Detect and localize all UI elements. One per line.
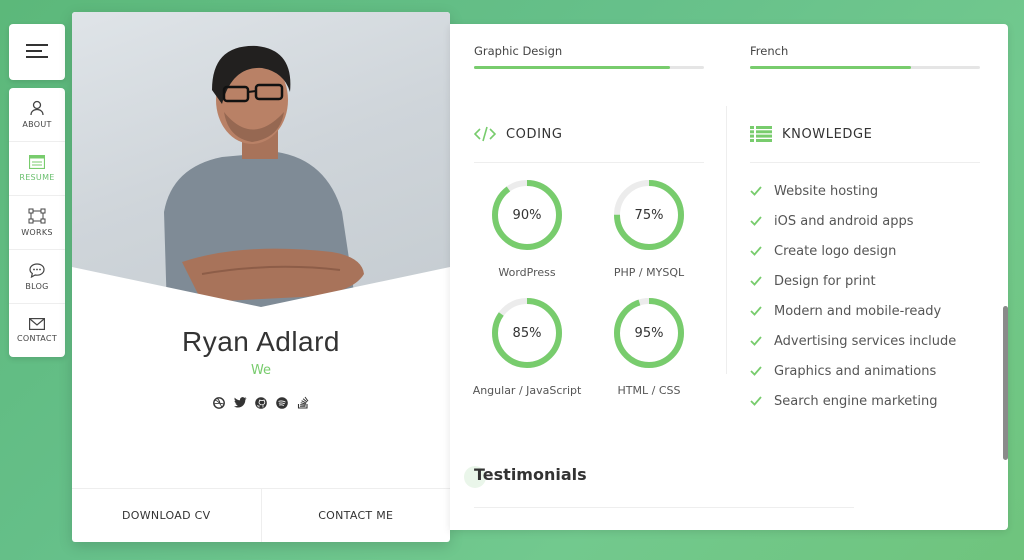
ring-php-mysql: 75% <box>613 179 685 251</box>
testimonials-divider <box>474 507 854 508</box>
hamburger-icon <box>26 43 48 62</box>
profile-subtitle: We <box>250 363 272 378</box>
profile-name: Ryan Adlard <box>181 326 341 357</box>
code-icon <box>474 126 496 142</box>
skill-fill <box>474 66 670 69</box>
ring-percent: 90% <box>512 207 542 223</box>
check-icon <box>750 306 774 316</box>
knowledge-item-label: Search engine marketing <box>774 393 938 409</box>
ring-percent: 95% <box>634 325 664 341</box>
check-icon <box>750 336 774 346</box>
skill-bar-french: French <box>750 44 980 69</box>
resume-icon <box>29 155 45 169</box>
dribbble-icon[interactable] <box>213 396 226 409</box>
check-icon <box>750 396 774 406</box>
skill-label: French <box>750 44 789 58</box>
skill-fill <box>750 66 911 69</box>
profile-card: Ryan Adlard We DOWNLOAD CV CONTACT ME <box>72 12 450 542</box>
nav-label-about: ABOUT <box>22 120 52 129</box>
check-icon <box>750 246 774 256</box>
knowledge-item-label: Graphics and animations <box>774 363 937 379</box>
ring-percent: 75% <box>634 207 664 223</box>
knowledge-item-label: iOS and android apps <box>774 213 914 229</box>
list-icon <box>750 126 772 142</box>
stackoverflow-icon[interactable] <box>297 396 310 409</box>
ring-html-css: 95% <box>613 297 685 369</box>
coding-heading: CODING <box>474 126 563 142</box>
nav-item-about[interactable]: ABOUT <box>9 88 65 142</box>
coding-divider <box>474 162 704 163</box>
nav-item-contact[interactable]: CONTACT <box>9 304 65 357</box>
nav-label-contact: CONTACT <box>16 334 58 343</box>
list-item: Graphics and animations <box>750 356 990 386</box>
skill-track <box>474 66 704 69</box>
resume-panel: Graphic Design French CODING 90% WordPre… <box>450 24 1008 530</box>
nav-item-resume[interactable]: RESUME <box>9 142 65 196</box>
knowledge-item-label: Create logo design <box>774 243 897 259</box>
ring-label: PHP / MYSQL <box>613 266 685 279</box>
knowledge-list: Website hosting iOS and android apps Cre… <box>750 176 990 416</box>
list-item: Design for print <box>750 266 990 296</box>
nav-item-blog[interactable]: BLOG <box>9 250 65 304</box>
ring-label: HTML / CSS <box>617 384 681 397</box>
ring-percent: 85% <box>512 325 542 341</box>
spotify-icon[interactable] <box>276 396 289 409</box>
knowledge-title: KNOWLEDGE <box>782 126 873 142</box>
list-item: Modern and mobile-ready <box>750 296 990 326</box>
nav-label-works: WORKS <box>21 228 53 237</box>
list-item: Website hosting <box>750 176 990 206</box>
menu-toggle-button[interactable] <box>9 24 65 80</box>
download-cv-button[interactable]: DOWNLOAD CV <box>72 489 262 542</box>
nav-label-blog: BLOG <box>25 281 49 291</box>
chat-icon <box>29 262 45 278</box>
twitter-icon[interactable] <box>233 396 247 409</box>
page-scrollbar[interactable] <box>1003 306 1008 460</box>
knowledge-item-label: Website hosting <box>774 183 879 199</box>
knowledge-item-label: Modern and mobile-ready <box>774 303 942 319</box>
github-icon[interactable] <box>255 396 268 409</box>
check-icon <box>750 366 774 376</box>
testimonials-title: Testimonials <box>474 465 587 484</box>
knowledge-item-label: Design for print <box>774 273 876 289</box>
column-divider <box>726 106 727 374</box>
ring-angular-js: 85% <box>491 297 563 369</box>
side-navigation: ABOUT RESUME WORKS BLOG CONTACT <box>9 88 65 357</box>
social-links <box>72 396 450 409</box>
skill-label: Graphic Design <box>474 44 563 58</box>
ring-label: WordPress <box>498 266 556 279</box>
list-item: iOS and android apps <box>750 206 990 236</box>
skill-bar-graphic-design: Graphic Design <box>474 44 704 69</box>
list-item: Search engine marketing <box>750 386 990 416</box>
mail-icon <box>29 318 45 330</box>
check-icon <box>750 276 774 286</box>
list-item: Advertising services include <box>750 326 990 356</box>
nav-item-works[interactable]: WORKS <box>9 196 65 250</box>
check-icon <box>750 216 774 226</box>
profile-actions: DOWNLOAD CV CONTACT ME <box>72 488 450 542</box>
check-icon <box>750 186 774 196</box>
ring-wordpress: 90% <box>491 179 563 251</box>
ring-label: Angular / JavaScript <box>472 384 582 397</box>
knowledge-item-label: Advertising services include <box>774 333 957 349</box>
knowledge-heading: KNOWLEDGE <box>750 126 873 142</box>
works-icon <box>28 208 46 224</box>
contact-me-button[interactable]: CONTACT ME <box>262 489 451 542</box>
list-item: Create logo design <box>750 236 990 266</box>
user-icon <box>30 100 44 116</box>
photo-curve <box>72 267 450 327</box>
coding-title: CODING <box>506 126 563 142</box>
nav-label-resume: RESUME <box>19 173 55 182</box>
knowledge-divider <box>750 162 980 163</box>
skill-track <box>750 66 980 69</box>
